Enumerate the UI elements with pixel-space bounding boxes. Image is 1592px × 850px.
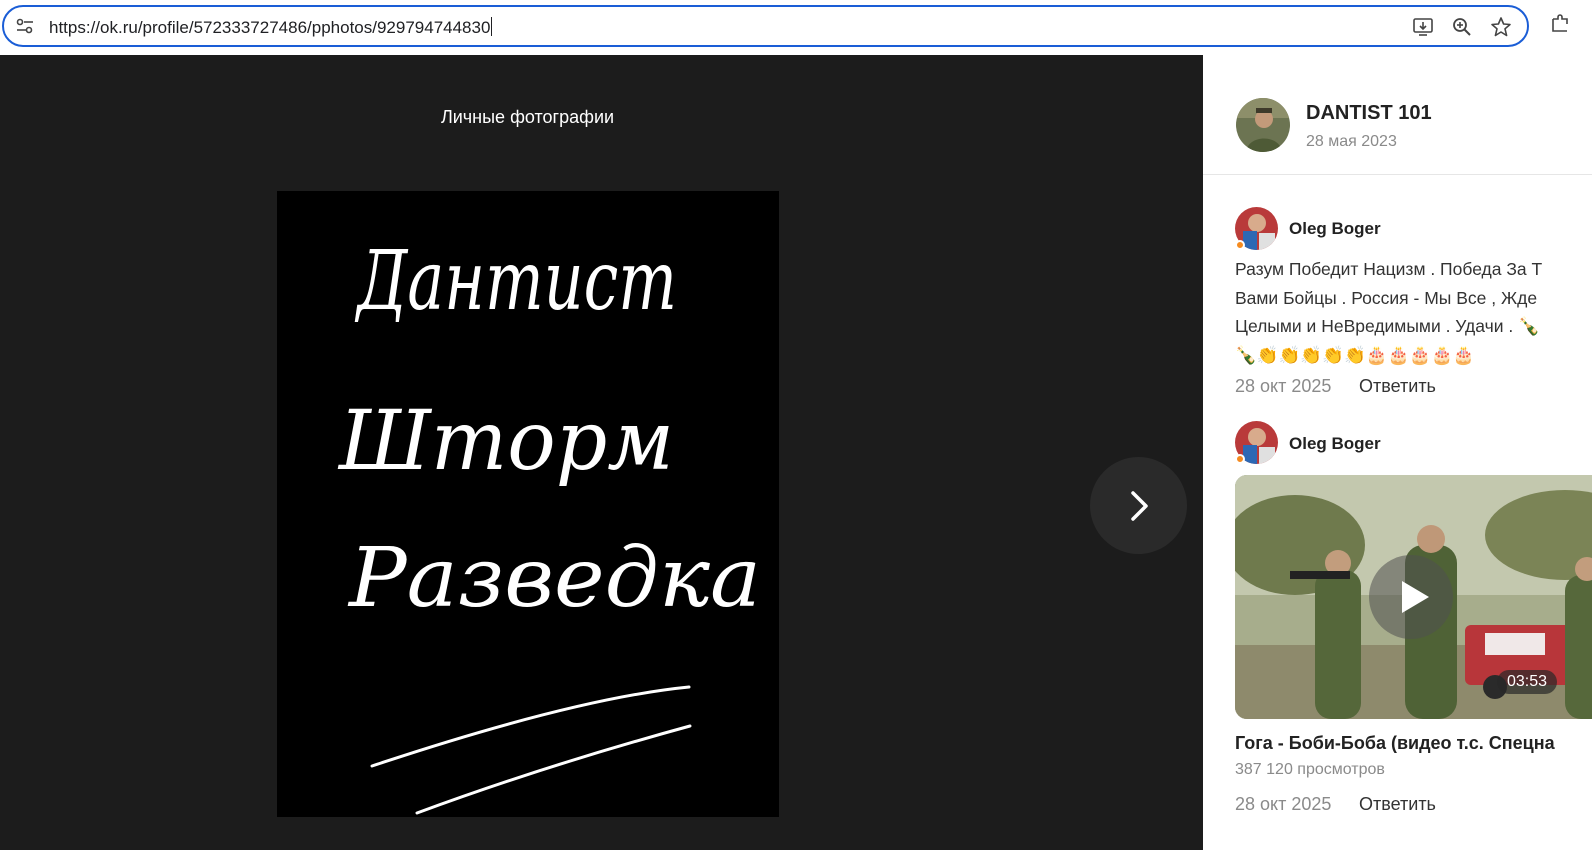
address-bar[interactable]: https://ok.ru/profile/572333727486/pphot… [2,5,1529,47]
bookmark-star-icon[interactable] [1490,16,1512,38]
play-button[interactable] [1369,555,1453,639]
owner-header: DANTIST 101 28 мая 2023 [1203,55,1592,175]
comment-text-line: Разум Победит Нацизм . Победа За Т [1235,259,1543,279]
site-settings-icon[interactable] [16,18,34,34]
extensions-icon[interactable] [1550,13,1572,35]
photo-line-1: Дантист [355,234,677,329]
video-thumbnail[interactable]: 03:53 [1235,475,1592,719]
reply-button[interactable]: Ответить [1359,376,1436,397]
photo[interactable]: Дантист Шторм Разведка [277,191,779,817]
video-title[interactable]: Гога - Боби-Боба (видео т.с. Спецна [1235,733,1555,754]
zoom-icon[interactable] [1451,16,1473,38]
photo-viewer: Личные фотографии Дантист Шторм Разведка [0,55,1203,850]
comment-text: Разум Победит Нацизм . Победа За Т Вами … [1235,255,1592,369]
comment-date: 28 окт 2025 [1235,794,1332,814]
album-title: Личные фотографии [440,107,615,127]
browser-toolbar: https://ok.ru/profile/572333727486/pphot… [0,0,1592,55]
comment-text-line: 🍾👏👏👏👏👏🎂🎂🎂🎂🎂 [1235,344,1475,365]
handwritten-photo-image: Дантист Шторм Разведка [337,234,761,815]
owner-name[interactable]: DANTIST 101 [1306,102,1432,125]
url-text[interactable]: https://ok.ru/profile/572333727486/pphot… [49,17,493,38]
comment-text-line: Вами Бойцы . Россия - Мы Все , Жде [1235,287,1538,308]
comment-author[interactable]: Oleg Boger [1289,219,1381,239]
video-duration: 03:53 [1497,670,1558,694]
owner-avatar[interactable] [1236,98,1290,152]
comment-author[interactable]: Oleg Boger [1289,434,1381,454]
photo-date: 28 мая 2023 [1306,133,1397,150]
online-status-dot [1235,240,1245,250]
play-icon [1402,581,1429,613]
photo-line-2: Шторм [337,394,674,489]
photo-line-3: Разведка [347,531,761,626]
photo-side-panel: DANTIST 101 28 мая 2023 Oleg Boger Разум… [1203,55,1592,850]
online-status-dot [1235,454,1245,464]
comment-date: 28 окт 2025 [1235,376,1332,396]
reply-button[interactable]: Ответить [1359,794,1436,815]
comment-text-line: Целыми и НеВредимыми . Удачи . 🍾 [1235,316,1540,336]
install-app-icon[interactable] [1412,16,1434,38]
chevron-right-icon [1131,491,1148,521]
next-photo-button[interactable] [1090,457,1187,554]
video-views: 387 120 просмотров [1235,761,1385,778]
